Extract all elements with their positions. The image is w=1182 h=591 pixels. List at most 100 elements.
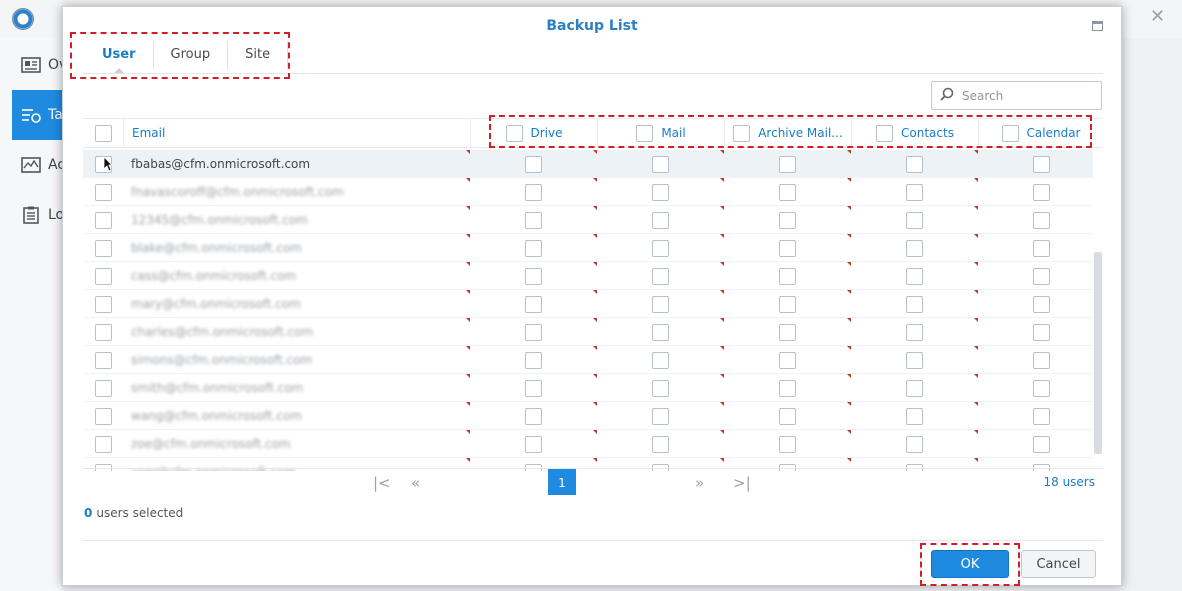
drive-checkbox[interactable] <box>525 267 542 285</box>
calendar-checkbox[interactable] <box>1033 323 1050 341</box>
row-checkbox[interactable] <box>94 211 112 229</box>
previous-page-icon[interactable]: « <box>411 474 420 492</box>
archive-mail-column-header[interactable]: Archive Mail... <box>724 119 851 147</box>
drive-checkbox[interactable] <box>525 435 542 453</box>
archive-mail-checkbox[interactable] <box>779 323 796 341</box>
drive-select-all-checkbox[interactable] <box>505 124 523 142</box>
drive-checkbox[interactable] <box>525 155 542 173</box>
calendar-checkbox[interactable] <box>1033 295 1050 313</box>
table-row[interactable]: zoe@cfm.onmicrosoft.com <box>83 430 1093 458</box>
last-page-icon[interactable]: >| <box>733 474 751 492</box>
table-row[interactable]: smith@cfm.onmicrosoft.com <box>83 374 1093 402</box>
contacts-column-header[interactable]: Contacts <box>851 119 978 147</box>
tab-site[interactable]: Site <box>228 41 289 69</box>
mail-checkbox[interactable] <box>652 239 669 257</box>
calendar-select-all-checkbox[interactable] <box>1001 124 1019 142</box>
app-close-icon[interactable]: ✕ <box>1150 6 1165 27</box>
drive-checkbox[interactable] <box>525 295 542 313</box>
contacts-checkbox[interactable] <box>906 379 923 397</box>
calendar-checkbox[interactable] <box>1033 239 1050 257</box>
mail-column-header[interactable]: Mail <box>597 119 724 147</box>
table-row[interactable]: 12345@cfm.onmicrosoft.com <box>83 206 1093 234</box>
contacts-select-all-checkbox[interactable] <box>876 124 894 142</box>
drive-checkbox[interactable] <box>525 351 542 369</box>
tab-user[interactable]: User <box>85 41 154 73</box>
row-checkbox[interactable] <box>94 323 112 341</box>
mail-select-all-checkbox[interactable] <box>636 124 654 142</box>
table-row[interactable]: blake@cfm.onmicrosoft.com <box>83 234 1093 262</box>
current-page-button[interactable]: 1 <box>548 469 576 495</box>
select-all-checkbox[interactable] <box>94 124 112 142</box>
mail-checkbox[interactable] <box>652 211 669 229</box>
tab-group[interactable]: Group <box>154 41 229 69</box>
table-row[interactable]: fnavascoroff@cfm.onmicrosoft.com <box>83 178 1093 206</box>
table-row[interactable]: cass@cfm.onmicrosoft.com <box>83 262 1093 290</box>
search-input[interactable] <box>960 87 1090 104</box>
archive-mail-checkbox[interactable] <box>779 239 796 257</box>
mail-checkbox[interactable] <box>652 379 669 397</box>
table-row[interactable]: fbabas@cfm.onmicrosoft.com <box>83 150 1093 178</box>
table-row[interactable]: mary@cfm.onmicrosoft.com <box>83 290 1093 318</box>
mail-checkbox[interactable] <box>652 407 669 425</box>
row-checkbox[interactable] <box>94 295 112 313</box>
calendar-checkbox[interactable] <box>1033 351 1050 369</box>
archive-mail-checkbox[interactable] <box>779 267 796 285</box>
drive-checkbox[interactable] <box>525 407 542 425</box>
row-checkbox[interactable] <box>94 183 112 201</box>
table-row[interactable]: simons@cfm.onmicrosoft.com <box>83 346 1093 374</box>
maximize-icon[interactable] <box>1092 21 1103 31</box>
archive-mail-checkbox[interactable] <box>779 435 796 453</box>
archive-mail-checkbox[interactable] <box>779 295 796 313</box>
archive-mail-checkbox[interactable] <box>779 379 796 397</box>
drive-checkbox[interactable] <box>525 323 542 341</box>
contacts-checkbox[interactable] <box>906 211 923 229</box>
mail-checkbox[interactable] <box>652 183 669 201</box>
contacts-checkbox[interactable] <box>906 435 923 453</box>
archive-mail-checkbox[interactable] <box>779 155 796 173</box>
email-column-header[interactable]: Email <box>123 119 470 147</box>
row-checkbox[interactable] <box>94 267 112 285</box>
row-checkbox[interactable] <box>94 379 112 397</box>
drive-checkbox[interactable] <box>525 211 542 229</box>
calendar-checkbox[interactable] <box>1033 379 1050 397</box>
calendar-checkbox[interactable] <box>1033 211 1050 229</box>
contacts-checkbox[interactable] <box>906 155 923 173</box>
next-page-icon[interactable]: » <box>695 474 704 492</box>
archive-mail-checkbox[interactable] <box>779 351 796 369</box>
drive-checkbox[interactable] <box>525 239 542 257</box>
contacts-checkbox[interactable] <box>906 351 923 369</box>
row-checkbox[interactable] <box>94 407 112 425</box>
calendar-column-header[interactable]: Calendar <box>978 119 1103 147</box>
contacts-checkbox[interactable] <box>906 267 923 285</box>
drive-checkbox[interactable] <box>525 379 542 397</box>
archive-mail-checkbox[interactable] <box>779 211 796 229</box>
archive-mail-checkbox[interactable] <box>779 407 796 425</box>
first-page-icon[interactable]: |< <box>373 474 391 492</box>
archive-mail-checkbox[interactable] <box>779 183 796 201</box>
contacts-checkbox[interactable] <box>906 239 923 257</box>
drive-checkbox[interactable] <box>525 183 542 201</box>
mail-checkbox[interactable] <box>652 435 669 453</box>
vertical-scrollbar[interactable] <box>1094 252 1102 454</box>
table-row[interactable]: charles@cfm.onmicrosoft.com <box>83 318 1093 346</box>
contacts-checkbox[interactable] <box>906 295 923 313</box>
mail-checkbox[interactable] <box>652 295 669 313</box>
cancel-button[interactable]: Cancel <box>1021 550 1096 578</box>
contacts-checkbox[interactable] <box>906 183 923 201</box>
contacts-checkbox[interactable] <box>906 323 923 341</box>
search-box[interactable] <box>931 81 1102 110</box>
archive-mail-select-all-checkbox[interactable] <box>733 124 751 142</box>
table-row[interactable]: wang@cfm.onmicrosoft.com <box>83 402 1093 430</box>
mail-checkbox[interactable] <box>652 267 669 285</box>
drive-column-header[interactable]: Drive <box>470 119 597 147</box>
mail-checkbox[interactable] <box>652 155 669 173</box>
calendar-checkbox[interactable] <box>1033 435 1050 453</box>
mail-checkbox[interactable] <box>652 351 669 369</box>
mail-checkbox[interactable] <box>652 323 669 341</box>
contacts-checkbox[interactable] <box>906 407 923 425</box>
calendar-checkbox[interactable] <box>1033 267 1050 285</box>
calendar-checkbox[interactable] <box>1033 183 1050 201</box>
ok-button[interactable]: OK <box>931 550 1009 578</box>
row-checkbox[interactable] <box>94 239 112 257</box>
calendar-checkbox[interactable] <box>1033 155 1050 173</box>
